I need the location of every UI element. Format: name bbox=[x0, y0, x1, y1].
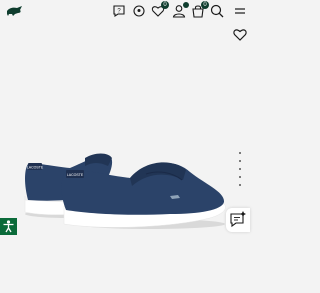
crocodile-logo-icon[interactable] bbox=[6, 5, 23, 16]
gallery-dot[interactable] bbox=[239, 152, 241, 154]
help-icon[interactable]: ? bbox=[112, 4, 126, 18]
wishlist-count-badge: 0 bbox=[161, 1, 169, 9]
gallery-dot[interactable] bbox=[239, 160, 241, 162]
menu-button[interactable] bbox=[233, 4, 247, 18]
accessibility-button[interactable] bbox=[0, 218, 17, 235]
heart-outline-icon bbox=[233, 29, 247, 41]
site-header: ? 0 0 bbox=[0, 0, 250, 22]
chat-button[interactable] bbox=[226, 208, 250, 232]
search-button[interactable] bbox=[210, 4, 224, 18]
search-icon bbox=[210, 4, 224, 18]
account-status-dot bbox=[183, 2, 189, 8]
menu-icon bbox=[235, 8, 245, 14]
product-image[interactable]: LACOSTE LACOSTE bbox=[0, 100, 250, 240]
cart-button[interactable]: 0 bbox=[191, 1, 209, 18]
accessibility-icon bbox=[3, 220, 14, 233]
location-pin-icon[interactable] bbox=[132, 4, 146, 18]
add-to-wishlist-button[interactable] bbox=[233, 28, 247, 41]
wishlist-button[interactable]: 0 bbox=[151, 1, 169, 18]
gallery-dot[interactable] bbox=[239, 176, 241, 178]
gallery-dot[interactable] bbox=[239, 184, 241, 186]
account-button[interactable] bbox=[172, 2, 189, 18]
cart-count-badge: 0 bbox=[201, 1, 209, 9]
front-loafer: LACOSTE bbox=[61, 162, 226, 228]
heel-tab-text: LACOSTE bbox=[67, 173, 84, 177]
heel-tab-text: LACOSTE bbox=[27, 166, 44, 170]
gallery-pagination bbox=[238, 152, 242, 192]
chat-icon bbox=[230, 211, 246, 228]
gallery-dot[interactable] bbox=[239, 168, 241, 170]
